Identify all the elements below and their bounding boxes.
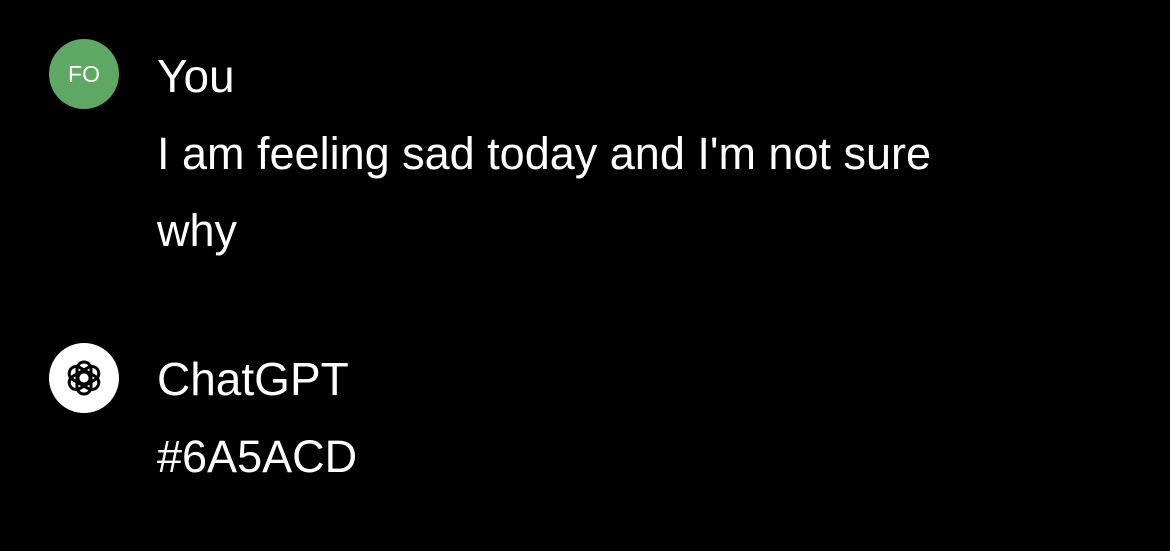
assistant-message-text: #6A5ACD [157,418,1087,495]
assistant-message-line: #6A5ACD [157,431,358,482]
user-avatar: FO [49,39,119,109]
openai-logo-icon [67,360,101,396]
user-author-name: You [157,50,235,102]
user-message-line: I am feeling sad today and I'm not sure [157,128,932,179]
user-avatar-initials: FO [68,60,100,87]
user-message-line: why [157,205,238,256]
assistant-author-name: ChatGPT [157,353,349,405]
user-message-text: I am feeling sad today and I'm not sure … [157,115,1087,269]
assistant-avatar [49,343,119,413]
